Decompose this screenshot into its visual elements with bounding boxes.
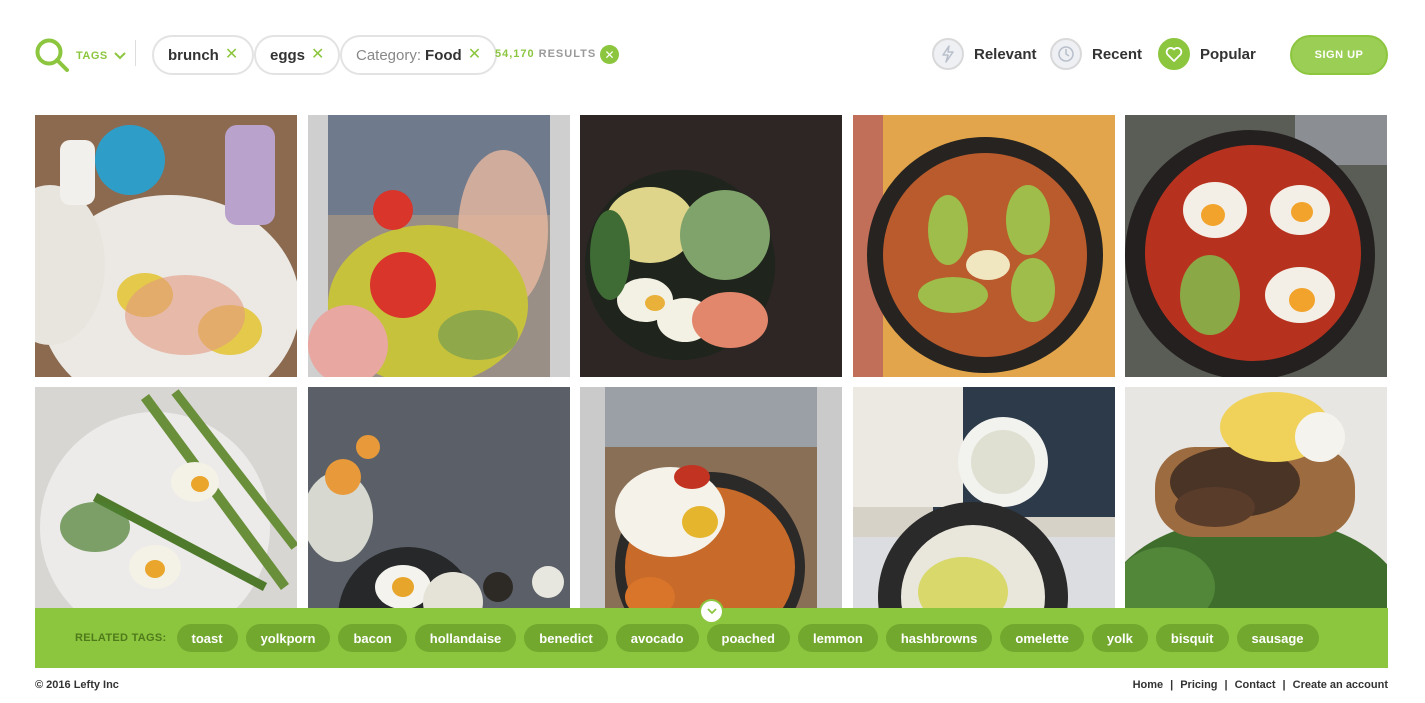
related-tag[interactable]: toast <box>176 624 238 652</box>
related-tag[interactable]: sausage <box>1236 624 1319 652</box>
related-tag[interactable]: poached <box>706 624 790 652</box>
sort-popular-label: Popular <box>1200 45 1256 63</box>
footer-links: Home | Pricing | Contact | Create an acc… <box>1133 679 1388 691</box>
related-tag[interactable]: avocado <box>615 624 699 652</box>
logo-search-icon[interactable] <box>34 37 70 73</box>
sort-relevant-label: Relevant <box>974 45 1037 63</box>
sort-popular[interactable]: Popular <box>1158 38 1256 70</box>
header-bar: TAGS brunch ✕ eggs ✕ Category: Food ✕ 54… <box>0 0 1425 110</box>
sort-recent-label: Recent <box>1092 45 1143 63</box>
footer-link-contact[interactable]: Contact <box>1235 679 1276 691</box>
collapse-related-tags-button[interactable] <box>701 601 722 622</box>
results-label: RESULTS <box>538 48 597 60</box>
clear-filters-icon[interactable]: ✕ <box>600 45 619 64</box>
category-chip-label: Food <box>425 46 462 64</box>
heart-icon <box>1158 38 1190 70</box>
photo-tile[interactable] <box>308 115 570 377</box>
tag-chip-eggs[interactable]: eggs ✕ <box>254 35 341 75</box>
tags-dropdown-label: TAGS <box>76 50 108 62</box>
tag-chip-brunch[interactable]: brunch ✕ <box>152 35 255 75</box>
divider: | <box>1170 679 1174 691</box>
copyright: © 2016 Lefty Inc <box>35 679 119 691</box>
related-tag[interactable]: benedict <box>524 624 608 652</box>
divider: | <box>1224 679 1228 691</box>
footer-link-pricing[interactable]: Pricing <box>1180 679 1217 691</box>
related-tag[interactable]: yolk <box>1091 624 1148 652</box>
lightning-icon <box>932 38 964 70</box>
chevron-down-icon <box>114 47 126 65</box>
related-tag[interactable]: bisquit <box>1155 624 1229 652</box>
tag-chip-label: eggs <box>270 46 306 64</box>
sign-up-button[interactable]: SIGN UP <box>1290 35 1388 75</box>
sort-relevant[interactable]: Relevant <box>932 38 1037 70</box>
divider <box>135 40 136 66</box>
related-tag[interactable]: yolkporn <box>245 624 331 652</box>
results-count: 54,170 RESULTS <box>495 48 596 60</box>
footer-link-create-account[interactable]: Create an account <box>1293 679 1388 691</box>
related-tags-label: RELATED TAGS: <box>75 632 167 644</box>
tags-dropdown[interactable]: TAGS <box>76 47 126 65</box>
tag-chip-label: brunch <box>168 46 219 64</box>
photo-tile[interactable] <box>1125 115 1387 377</box>
related-tag[interactable]: hollandaise <box>414 624 517 652</box>
sort-recent[interactable]: Recent <box>1050 38 1142 70</box>
related-tag[interactable]: bacon <box>338 624 407 652</box>
footer-link-home[interactable]: Home <box>1133 679 1164 691</box>
photo-tile[interactable] <box>35 115 297 377</box>
remove-tag-icon[interactable]: ✕ <box>311 47 324 63</box>
results-number: 54,170 <box>495 48 535 60</box>
category-chip-food[interactable]: Category: Food ✕ <box>340 35 498 75</box>
remove-tag-icon[interactable]: ✕ <box>225 47 238 63</box>
clock-icon <box>1050 38 1082 70</box>
related-tag[interactable]: omelette <box>1000 624 1084 652</box>
category-chip-prefix: Category: <box>356 46 422 64</box>
photo-tile[interactable] <box>853 115 1115 377</box>
related-tag[interactable]: lemmon <box>797 624 878 652</box>
remove-tag-icon[interactable]: ✕ <box>468 47 481 63</box>
related-tag[interactable]: hashbrowns <box>885 624 993 652</box>
chevron-down-icon <box>706 608 717 615</box>
divider: | <box>1282 679 1286 691</box>
photo-tile[interactable] <box>580 115 842 377</box>
